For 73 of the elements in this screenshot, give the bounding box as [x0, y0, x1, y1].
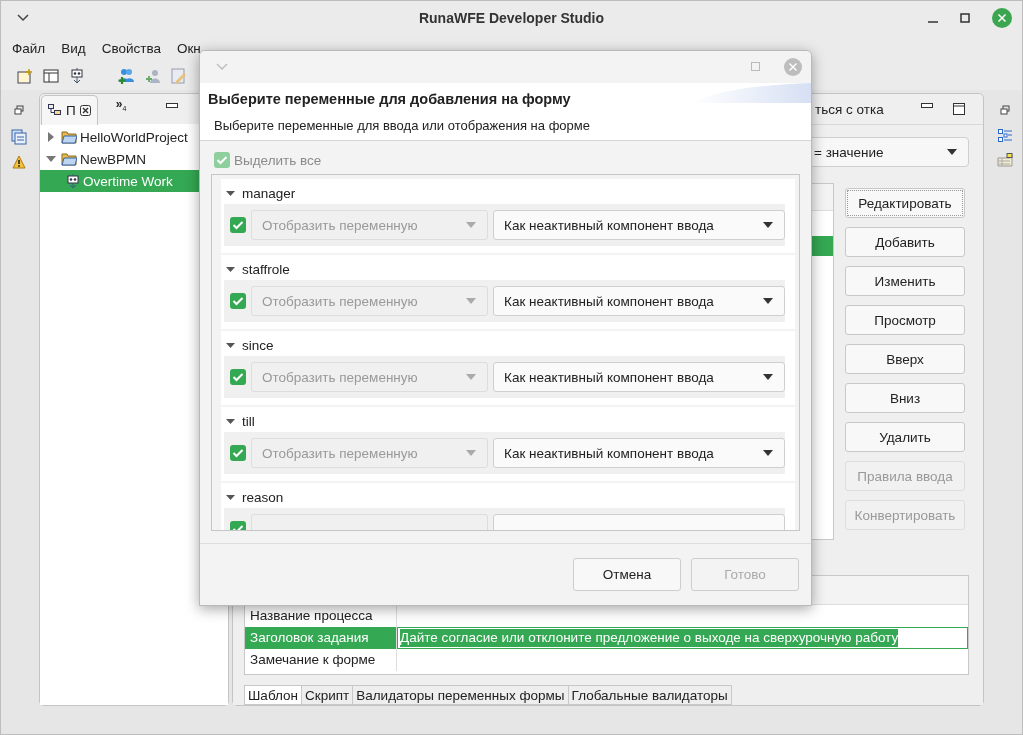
caret-icon[interactable]: [46, 132, 56, 142]
overflow-tabs[interactable]: »$_{4}$: [115, 97, 127, 113]
menu-item[interactable]: Окн: [176, 41, 201, 57]
process-icon[interactable]: [69, 68, 85, 85]
users-icon[interactable]: [117, 67, 135, 86]
checkbox[interactable]: [230, 369, 246, 386]
caret-icon: [465, 373, 478, 382]
menu-item[interactable]: Файл: [12, 41, 46, 57]
checkbox[interactable]: [230, 217, 246, 234]
dialog-button[interactable]: Отмена: [573, 558, 681, 592]
caret-icon: [762, 297, 774, 306]
action-button[interactable]: Изменить: [845, 266, 965, 296]
menu-item[interactable]: Свойства: [101, 41, 161, 57]
dialog-title: Выберите переменные для добавления на форму: [208, 90, 571, 107]
close-icon[interactable]: [79, 104, 91, 116]
document-icon[interactable]: [10, 129, 27, 145]
variable-name: since: [242, 337, 274, 353]
layout-icon[interactable]: [43, 68, 59, 85]
caret-icon: [465, 221, 478, 230]
tree-view-icon: [48, 104, 62, 116]
dropdown[interactable]: Как неактивный компонент ввода: [493, 362, 785, 393]
caret-icon[interactable]: [226, 188, 235, 198]
caret-icon[interactable]: [226, 264, 235, 274]
editor-tab[interactable]: Скрипт: [302, 685, 354, 705]
editor-tab[interactable]: Глобальные валидаторы: [568, 685, 732, 705]
minimize-icon[interactable]: [166, 103, 178, 109]
dialog-subtitle: Выберите переменные для ввода или отображения на форме: [213, 117, 591, 133]
action-button[interactable]: Удалить: [845, 422, 965, 452]
caret-icon: [946, 148, 958, 156]
action-button[interactable]: Вниз: [845, 383, 965, 413]
checkbox[interactable]: [230, 293, 246, 310]
checkbox[interactable]: [230, 445, 246, 462]
minimize-icon[interactable]: [921, 103, 933, 109]
restore-icon[interactable]: [13, 105, 24, 115]
dropdown[interactable]: Как неактивный компонент ввода: [493, 210, 785, 241]
action-button[interactable]: Вверх: [845, 344, 965, 374]
process-icon: [66, 173, 80, 189]
new-folder-icon[interactable]: [17, 68, 33, 85]
editor-tab[interactable]: Валидаторы переменных формы: [353, 685, 569, 705]
view-tab[interactable]: П: [41, 94, 98, 125]
caret-icon[interactable]: [46, 154, 56, 164]
maximize-icon[interactable]: [960, 13, 970, 24]
dropdown[interactable]: Как неактивный компонент ввода: [493, 286, 785, 317]
action-button[interactable]: Добавить: [845, 227, 965, 257]
tree-item[interactable]: NewBPMN: [40, 148, 228, 170]
property-name[interactable]: Замечание к форме: [245, 649, 397, 671]
editor-tab[interactable]: Шаблон: [244, 685, 302, 705]
folder-icon: [61, 152, 77, 166]
menu-item[interactable]: Вид: [61, 41, 86, 57]
caret-icon[interactable]: [226, 340, 235, 350]
outline-icon[interactable]: [997, 129, 1012, 143]
dropdown[interactable]: Как неактивный компонент ввода: [493, 438, 785, 469]
variable-name: manager: [242, 185, 296, 201]
window-title: RunaWFE Developer Studio: [418, 10, 605, 27]
menu-chevron-icon[interactable]: [17, 14, 29, 23]
variable-name: reason: [242, 489, 284, 505]
variable-name: staffrole: [242, 261, 290, 277]
table-icon[interactable]: [996, 153, 1013, 169]
editor-tab[interactable]: ться с отка: [815, 101, 884, 117]
caret-icon: [762, 221, 774, 230]
action-button[interactable]: Просмотр: [845, 305, 965, 335]
restore-icon[interactable]: [999, 105, 1010, 115]
caret-icon: [762, 373, 774, 382]
action-button[interactable]: Редактировать: [845, 188, 965, 218]
warning-icon[interactable]: [11, 155, 26, 169]
caret-icon: [762, 449, 774, 458]
variable-name: till: [242, 413, 255, 429]
caret-icon: [465, 449, 478, 458]
caret-icon[interactable]: [226, 492, 235, 502]
caret-icon: [465, 297, 478, 306]
folder-icon: [61, 130, 77, 144]
caret-icon[interactable]: [226, 416, 235, 426]
maximize-icon[interactable]: [953, 103, 965, 115]
